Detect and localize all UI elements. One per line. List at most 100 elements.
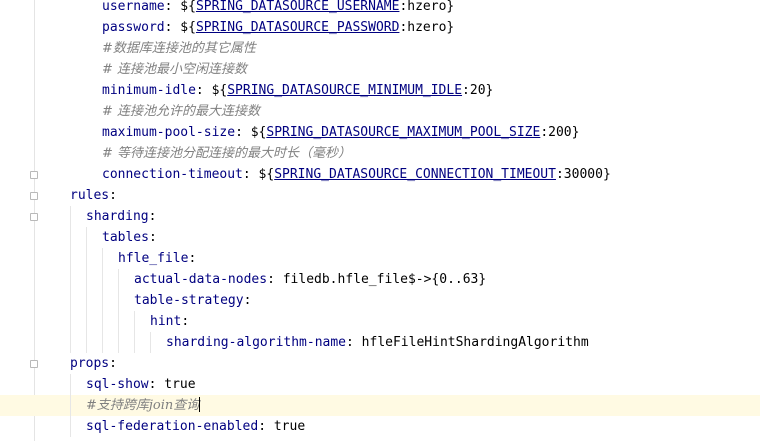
code-line[interactable]: props: <box>0 353 760 374</box>
yaml-colon: : <box>109 188 117 203</box>
code-line[interactable]: sql-show: true <box>0 374 760 395</box>
code-line[interactable]: actual-data-nodes: filedb.hfle_file$->{0… <box>0 269 760 290</box>
code-line[interactable]: minimum-idle: ${SPRING_DATASOURCE_MINIMU… <box>0 80 760 101</box>
yaml-colon: : <box>181 314 190 329</box>
env-suffix: } <box>485 83 494 98</box>
code-content: tables: <box>102 227 157 248</box>
env-default: 30000 <box>563 167 603 182</box>
env-prefix: ${ <box>250 125 267 140</box>
yaml-colon: : <box>188 251 197 266</box>
env-variable: SPRING_DATASOURCE_USERNAME <box>195 0 400 14</box>
env-default: 200 <box>548 125 572 140</box>
fold-marker-icon[interactable] <box>30 213 38 221</box>
code-content: connection-timeout: ${SPRING_DATASOURCE_… <box>102 164 611 185</box>
indent-guide <box>150 332 151 353</box>
env-variable: SPRING_DATASOURCE_CONNECTION_TIMEOUT <box>274 167 556 182</box>
yaml-value: hfleFileHintShardingAlgorithm <box>361 335 589 350</box>
code-line[interactable]: connection-timeout: ${SPRING_DATASOURCE_… <box>0 164 760 185</box>
yaml-key: props <box>70 356 110 371</box>
yaml-key: sql-federation-enabled <box>86 419 259 434</box>
code-line[interactable]: username: ${SPRING_DATASOURCE_USERNAME:h… <box>0 0 760 17</box>
yaml-key: username <box>102 0 165 14</box>
code-content: minimum-idle: ${SPRING_DATASOURCE_MINIMU… <box>102 80 493 101</box>
code-line[interactable]: # 连接池最小空闲连接数 <box>0 59 760 80</box>
code-line[interactable]: hfle_file: <box>0 248 760 269</box>
env-separator: : <box>540 125 549 140</box>
yaml-colon: : <box>164 20 181 35</box>
env-suffix: } <box>571 125 580 140</box>
code-content: # 连接池允许的最大连接数 <box>102 101 260 122</box>
yaml-key: hfle_file <box>118 251 189 266</box>
env-prefix: ${ <box>258 167 275 182</box>
code-content: username: ${SPRING_DATASOURCE_USERNAME:h… <box>102 0 454 17</box>
env-separator: : <box>555 167 564 182</box>
yaml-key: rules <box>70 188 110 203</box>
code-content: #支持跨库join查询 <box>86 395 201 416</box>
code-content: hint: <box>150 311 189 332</box>
code-line[interactable]: #支持跨库join查询 <box>0 395 760 416</box>
code-line[interactable]: # 等待连接池分配连接的最大时长（毫秒） <box>0 143 760 164</box>
yaml-colon: : <box>243 293 252 308</box>
yaml-key: sharding-algorithm-name <box>166 335 347 350</box>
code-content: # 等待连接池分配连接的最大时长（毫秒） <box>102 143 351 164</box>
yaml-colon: : <box>148 230 157 245</box>
yaml-colon: : <box>267 272 283 287</box>
env-variable: SPRING_DATASOURCE_MAXIMUM_POOL_SIZE <box>266 125 541 140</box>
code-content: hfle_file: <box>118 248 196 269</box>
code-line[interactable]: maximum-pool-size: ${SPRING_DATASOURCE_M… <box>0 122 760 143</box>
code-line[interactable]: rules: <box>0 185 760 206</box>
env-default: 20 <box>469 83 486 98</box>
yaml-comment: # 连接池最小空闲连接数 <box>102 62 248 77</box>
code-content: password: ${SPRING_DATASOURCE_PASSWORD:h… <box>102 17 454 38</box>
yaml-key: sharding <box>86 209 149 224</box>
code-line[interactable]: tables: <box>0 227 760 248</box>
code-line[interactable]: # 连接池允许的最大连接数 <box>0 101 760 122</box>
code-content: sharding-algorithm-name: hfleFileHintSha… <box>166 332 589 353</box>
code-line[interactable]: password: ${SPRING_DATASOURCE_PASSWORD:h… <box>0 17 760 38</box>
yaml-key: hint <box>150 314 182 329</box>
yaml-colon: : <box>258 419 274 434</box>
env-prefix: ${ <box>211 83 228 98</box>
code-line[interactable]: hint: <box>0 311 760 332</box>
yaml-key: minimum-idle <box>102 83 196 98</box>
code-content: props: <box>70 353 117 374</box>
env-suffix: } <box>602 167 611 182</box>
yaml-key: maximum-pool-size <box>102 125 236 140</box>
yaml-key: password <box>102 20 165 35</box>
code-line[interactable]: #数据库连接池的其它属性 <box>0 38 760 59</box>
yaml-value: true <box>164 377 196 392</box>
env-variable: SPRING_DATASOURCE_MINIMUM_IDLE <box>227 83 463 98</box>
fold-marker-icon[interactable] <box>30 360 38 368</box>
yaml-colon: : <box>195 83 212 98</box>
code-line[interactable]: sharding: <box>0 206 760 227</box>
fold-marker-icon[interactable] <box>30 171 38 179</box>
code-content: table-strategy: <box>134 290 251 311</box>
env-prefix: ${ <box>180 0 196 14</box>
yaml-comment: #支持跨库join查询 <box>86 398 200 413</box>
code-line[interactable]: sharding-algorithm-name: hfleFileHintSha… <box>0 332 760 353</box>
yaml-key: actual-data-nodes <box>134 272 268 287</box>
indent-guide <box>70 206 71 353</box>
code-line[interactable]: table-strategy: <box>0 290 760 311</box>
yaml-value: true <box>273 419 306 434</box>
env-suffix: } <box>446 0 455 14</box>
yaml-comment: # 等待连接池分配连接的最大时长（毫秒） <box>102 146 352 161</box>
indent-guide <box>134 311 135 353</box>
yaml-key: sql-show <box>86 377 149 392</box>
yaml-colon: : <box>235 125 251 140</box>
code-content: #数据库连接池的其它属性 <box>102 38 256 59</box>
code-content: maximum-pool-size: ${SPRING_DATASOURCE_M… <box>102 122 579 143</box>
indent-guide <box>70 374 71 437</box>
indent-guide <box>86 227 87 353</box>
code-content: sql-federation-enabled: true <box>86 416 305 437</box>
yaml-colon: : <box>242 167 259 182</box>
code-line[interactable]: sql-federation-enabled: true <box>0 416 760 437</box>
yaml-colon: : <box>148 209 157 224</box>
yaml-key: table-strategy <box>134 293 244 308</box>
fold-marker-icon[interactable] <box>30 192 38 200</box>
yaml-colon: : <box>164 0 181 14</box>
indent-guide <box>118 269 119 353</box>
yaml-value: filedb.hfle_file$->{0..63} <box>282 272 487 287</box>
text-cursor <box>199 397 201 412</box>
env-default: hzero <box>407 0 447 14</box>
